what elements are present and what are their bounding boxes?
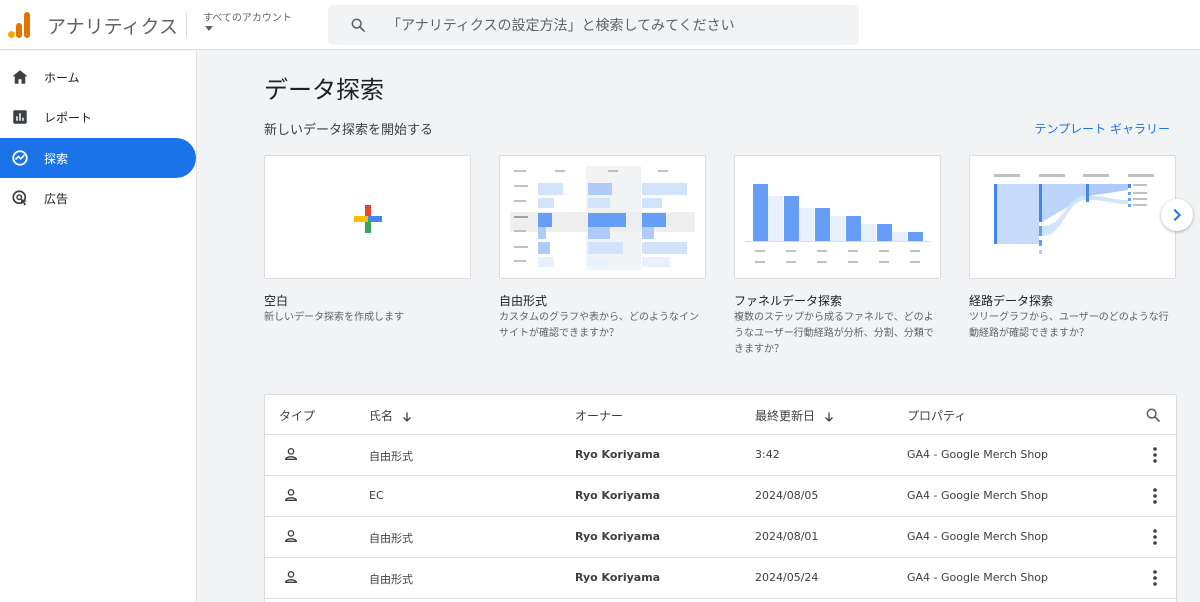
table-header: タイプ 氏名 オーナー 最終更新日 プロパティ [265, 395, 1176, 435]
table-row[interactable]: 自由形式 Ryo Koriyama 2024/05/24 GA4 - Googl… [265, 558, 1176, 599]
template-description: 新しいデータ探索を作成します [264, 312, 404, 323]
explore-icon [12, 150, 28, 166]
search-bar[interactable]: 「アナリティクスの設定方法」と検索してみてください [328, 5, 859, 45]
row-owner: Ryo Koriyama [575, 530, 661, 543]
sidebar-item-label: 広告 [44, 192, 69, 206]
column-header-label: 氏名 [369, 409, 394, 423]
top-app-bar: アナリティクス すべてのアカウント 「アナリティクスの設定方法」と検索してみてく… [0, 0, 1200, 50]
template-card-blank[interactable] [264, 155, 471, 279]
column-header-updated[interactable]: 最終更新日 [755, 407, 835, 424]
table-row[interactable]: 自由形式 Ryo Koriyama 3:42 GA4 - Google Merc… [265, 435, 1176, 476]
plus-icon [354, 205, 382, 233]
person-icon [284, 530, 298, 542]
row-property: GA4 - Google Merch Shop [907, 571, 1049, 584]
more-vert-icon[interactable] [1147, 487, 1163, 505]
column-header-owner[interactable]: オーナー [575, 407, 623, 424]
template-card-funnel[interactable] [734, 155, 941, 279]
template-title[interactable]: 自由形式 [499, 292, 547, 309]
row-property: GA4 - Google Merch Shop [907, 530, 1049, 543]
carousel-next-button[interactable] [1161, 199, 1193, 231]
table-row[interactable]: 自由形式 Ryo Koriyama 2024/08/01 GA4 - Googl… [265, 517, 1176, 558]
template-description: 複数のステップから成るファネルで、どのようなユーザー行動経路が分析、分割、分類で… [734, 312, 934, 355]
explorations-table: タイプ 氏名 オーナー 最終更新日 プロパティ 自由形式 Ryo Koriyam… [264, 394, 1177, 602]
account-dropdown-caret-icon[interactable] [205, 26, 213, 31]
sidebar-item-ads[interactable]: 広告 [0, 178, 196, 218]
row-property: GA4 - Google Merch Shop [907, 489, 1049, 502]
template-title[interactable]: 空白 [264, 292, 288, 309]
home-icon [12, 70, 28, 84]
row-name[interactable]: 自由形式 [369, 571, 413, 587]
app-title: アナリティクス [47, 16, 178, 38]
column-header-name[interactable]: 氏名 [369, 407, 413, 424]
sidebar-item-label: ホーム [44, 71, 80, 85]
person-icon [284, 448, 298, 460]
template-description: カスタムのグラフや表から、どのようなインサイトが確認できますか？ [499, 312, 699, 339]
template-description: ツリーグラフから、ユーザーのどのような行動経路が確認できますか？ [969, 312, 1169, 339]
header-divider [186, 12, 187, 38]
account-selector-label[interactable]: すべてのアカウント [203, 9, 292, 24]
person-icon [284, 489, 298, 501]
table-search-icon[interactable] [1145, 407, 1161, 423]
path-thumbnail [994, 174, 1154, 254]
analytics-logo-icon[interactable] [8, 12, 32, 38]
arrow-down-icon [825, 412, 833, 422]
row-property: GA4 - Google Merch Shop [907, 448, 1049, 461]
row-updated: 2024/08/05 [755, 489, 819, 502]
row-owner: Ryo Koriyama [575, 448, 661, 461]
search-icon [351, 18, 365, 32]
sidebar-item-home[interactable]: ホーム [0, 57, 196, 97]
row-updated: 2024/05/24 [755, 571, 819, 584]
row-updated: 2024/08/01 [755, 530, 819, 543]
row-owner: Ryo Koriyama [575, 489, 661, 502]
funnel-thumbnail [745, 184, 930, 263]
row-updated: 3:42 [755, 448, 780, 461]
template-title[interactable]: ファネルデータ探索 [734, 292, 842, 309]
sidebar-item-reports[interactable]: レポート [0, 97, 196, 137]
free-form-thumbnail [510, 166, 695, 270]
template-card-path[interactable] [969, 155, 1176, 279]
row-name[interactable]: EC [369, 489, 384, 502]
table-row[interactable]: EC Ryo Koriyama 2024/08/05 GA4 - Google … [265, 476, 1176, 517]
template-card-free-form[interactable] [499, 155, 706, 279]
sidebar-item-label: レポート [44, 111, 93, 125]
arrow-down-icon [403, 412, 411, 422]
more-vert-icon[interactable] [1147, 446, 1163, 464]
sidebar-item-label: 探索 [44, 152, 69, 166]
section-title: 新しいデータ探索を開始する [264, 123, 434, 138]
sidebar: ホーム レポート 探索 広告 [0, 51, 197, 602]
row-name[interactable]: 自由形式 [369, 448, 413, 464]
row-owner: Ryo Koriyama [575, 571, 661, 584]
more-vert-icon[interactable] [1147, 569, 1163, 587]
bar-chart-icon [13, 110, 27, 124]
person-icon [284, 571, 298, 583]
chevron-right-icon [1173, 208, 1182, 222]
ads-icon [12, 190, 27, 206]
sidebar-item-explore[interactable]: 探索 [0, 138, 196, 178]
template-title[interactable]: 経路データ探索 [969, 292, 1053, 309]
column-header-property[interactable]: プロパティ [907, 407, 966, 424]
template-gallery-link[interactable]: テンプレート ギャラリー [1035, 120, 1170, 137]
search-input[interactable]: 「アナリティクスの設定方法」と検索してみてください [387, 15, 735, 35]
row-name[interactable]: 自由形式 [369, 530, 413, 546]
page-title: データ探索 [264, 76, 384, 104]
column-header-type[interactable]: タイプ [279, 407, 315, 424]
column-header-label: 最終更新日 [755, 409, 816, 423]
more-vert-icon[interactable] [1147, 528, 1163, 546]
